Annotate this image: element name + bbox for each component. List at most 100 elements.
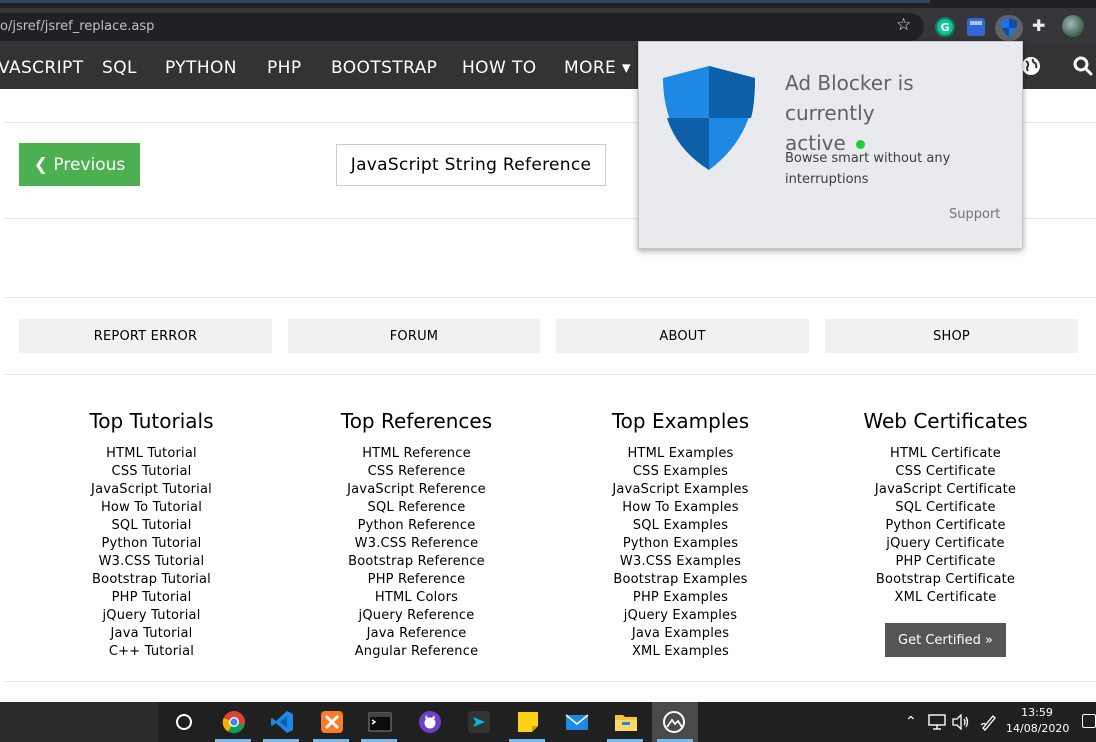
sticky-notes-icon[interactable] bbox=[516, 710, 540, 734]
nav-more[interactable]: MORE ▾ bbox=[564, 58, 631, 78]
footer-link[interactable]: HTML Tutorial bbox=[19, 445, 284, 463]
column-title: Web Certificates bbox=[863, 409, 1028, 433]
grammarly-extension-icon[interactable]: G bbox=[935, 17, 955, 37]
address-bar[interactable]: o/jsref/jsref_replace.asp ☆ bbox=[0, 13, 924, 41]
divider bbox=[4, 681, 1096, 682]
support-link[interactable]: Support bbox=[949, 207, 1000, 222]
footer-link[interactable]: W3.CSS Tutorial bbox=[19, 553, 284, 571]
footer-link[interactable]: SQL Tutorial bbox=[19, 517, 284, 535]
footer-link[interactable]: jQuery Certificate bbox=[813, 535, 1078, 553]
footer-link[interactable]: JavaScript Certificate bbox=[813, 481, 1078, 499]
github-desktop-icon[interactable] bbox=[418, 710, 442, 734]
footer-link[interactable]: CSS Examples bbox=[548, 463, 813, 481]
network-icon[interactable] bbox=[928, 714, 946, 730]
footer-link[interactable]: HTML Colors bbox=[284, 589, 549, 607]
footer-link[interactable]: HTML Certificate bbox=[813, 445, 1078, 463]
profile-avatar[interactable] bbox=[1062, 15, 1084, 37]
footer-link[interactable]: Bootstrap Reference bbox=[284, 553, 549, 571]
clock-time: 13:59 bbox=[1021, 706, 1053, 719]
footer-link[interactable]: PHP Examples bbox=[548, 589, 813, 607]
footer-link[interactable]: Angular Reference bbox=[284, 643, 549, 661]
footer-link[interactable]: CSS Tutorial bbox=[19, 463, 284, 481]
action-center-icon[interactable] bbox=[1082, 714, 1096, 728]
footer-link[interactable]: JavaScript Reference bbox=[284, 481, 549, 499]
adblocker-shield-icon[interactable] bbox=[1001, 18, 1017, 37]
photos-icon[interactable] bbox=[662, 710, 686, 734]
report-error-button[interactable]: REPORT ERROR bbox=[19, 319, 272, 353]
footer-link[interactable]: SQL Reference bbox=[284, 499, 549, 517]
get-certified-button[interactable]: Get Certified » bbox=[885, 623, 1006, 657]
footer-link[interactable]: SQL Examples bbox=[548, 517, 813, 535]
footer-link[interactable]: Bootstrap Certificate bbox=[813, 571, 1078, 589]
clock-date: 14/08/2020 bbox=[1006, 722, 1070, 735]
footer-link[interactable]: Python Examples bbox=[548, 535, 813, 553]
nav-bootstrap[interactable]: BOOTSTRAP bbox=[331, 58, 437, 78]
nav-python[interactable]: PYTHON bbox=[165, 58, 237, 78]
footer-link[interactable]: CSS Certificate bbox=[813, 463, 1078, 481]
xampp-icon[interactable] bbox=[320, 710, 344, 734]
footer-link[interactable]: Java Reference bbox=[284, 625, 549, 643]
taskbar-search-area[interactable] bbox=[0, 702, 158, 742]
divider bbox=[4, 374, 1096, 375]
column-title: Top Tutorials bbox=[89, 409, 214, 433]
footer-link[interactable]: C++ Tutorial bbox=[19, 643, 284, 661]
nav-howto[interactable]: HOW TO bbox=[462, 58, 537, 78]
browser-tabstrip bbox=[0, 0, 1096, 8]
previous-button[interactable]: ❮ Previous bbox=[19, 143, 140, 186]
footer-link[interactable]: HTML Examples bbox=[548, 445, 813, 463]
vscode-icon[interactable] bbox=[270, 710, 294, 734]
footer-link[interactable]: jQuery Reference bbox=[284, 607, 549, 625]
sublime-merge-icon[interactable] bbox=[467, 710, 491, 734]
show-hidden-icons-chevron-icon[interactable]: ⌃ bbox=[905, 714, 917, 730]
footer-link[interactable]: JavaScript Tutorial bbox=[19, 481, 284, 499]
footer-link[interactable]: PHP Tutorial bbox=[19, 589, 284, 607]
clock[interactable]: 13:59 14/08/2020 bbox=[1006, 705, 1070, 737]
extension-window-icon[interactable] bbox=[967, 18, 985, 36]
footer-link[interactable]: PHP Reference bbox=[284, 571, 549, 589]
footer-link[interactable]: CSS Reference bbox=[284, 463, 549, 481]
about-button[interactable]: ABOUT bbox=[556, 319, 809, 353]
reference-button[interactable]: JavaScript String Reference bbox=[336, 144, 606, 186]
footer-link[interactable]: W3.CSS Reference bbox=[284, 535, 549, 553]
start-circle-icon[interactable] bbox=[172, 710, 196, 734]
footer-link[interactable]: W3.CSS Examples bbox=[548, 553, 813, 571]
footer-link[interactable]: XML Examples bbox=[548, 643, 813, 661]
pen-workspace-icon[interactable] bbox=[980, 713, 998, 731]
footer-link[interactable]: JavaScript Examples bbox=[548, 481, 813, 499]
shop-button[interactable]: SHOP bbox=[825, 319, 1078, 353]
footer-link[interactable]: How To Tutorial bbox=[19, 499, 284, 517]
extensions-puzzle-icon[interactable]: ✚ bbox=[1032, 16, 1045, 35]
bookmark-star-icon[interactable]: ☆ bbox=[896, 15, 911, 35]
terminal-icon[interactable] bbox=[368, 710, 392, 734]
footer-link[interactable]: How To Examples bbox=[548, 499, 813, 517]
footer-link[interactable]: jQuery Examples bbox=[548, 607, 813, 625]
footer-link[interactable]: Java Tutorial bbox=[19, 625, 284, 643]
popup-title-line1: Ad Blocker is currently bbox=[785, 71, 914, 125]
url-text[interactable]: o/jsref/jsref_replace.asp bbox=[0, 19, 154, 34]
top-tutorials-column: Top Tutorials HTML Tutorial CSS Tutorial… bbox=[19, 408, 284, 661]
footer-link[interactable]: Bootstrap Examples bbox=[548, 571, 813, 589]
footer-link[interactable]: SQL Certificate bbox=[813, 499, 1078, 517]
footer-link[interactable]: Python Tutorial bbox=[19, 535, 284, 553]
footer-link[interactable]: Bootstrap Tutorial bbox=[19, 571, 284, 589]
top-references-column: Top References HTML Reference CSS Refere… bbox=[284, 408, 549, 661]
footer-link[interactable]: Python Reference bbox=[284, 517, 549, 535]
footer-link[interactable]: Java Examples bbox=[548, 625, 813, 643]
search-icon[interactable] bbox=[1072, 55, 1094, 77]
volume-icon[interactable] bbox=[952, 714, 970, 730]
footer-link[interactable]: jQuery Tutorial bbox=[19, 607, 284, 625]
footer-link[interactable]: HTML Reference bbox=[284, 445, 549, 463]
nav-php[interactable]: PHP bbox=[267, 58, 302, 78]
nav-sql[interactable]: SQL bbox=[102, 58, 137, 78]
forum-button[interactable]: FORUM bbox=[288, 319, 540, 353]
divider bbox=[4, 297, 1096, 298]
footer-link[interactable]: PHP Certificate bbox=[813, 553, 1078, 571]
mail-icon[interactable] bbox=[565, 710, 589, 734]
footer-link[interactable]: Python Certificate bbox=[813, 517, 1078, 535]
nav-javascript[interactable]: VASCRIPT bbox=[0, 58, 84, 78]
active-tab-accent bbox=[0, 0, 930, 3]
footer-link[interactable]: XML Certificate bbox=[813, 589, 1078, 607]
file-explorer-icon[interactable] bbox=[614, 710, 638, 734]
globe-icon[interactable] bbox=[1020, 55, 1042, 77]
chrome-icon[interactable] bbox=[222, 710, 246, 734]
